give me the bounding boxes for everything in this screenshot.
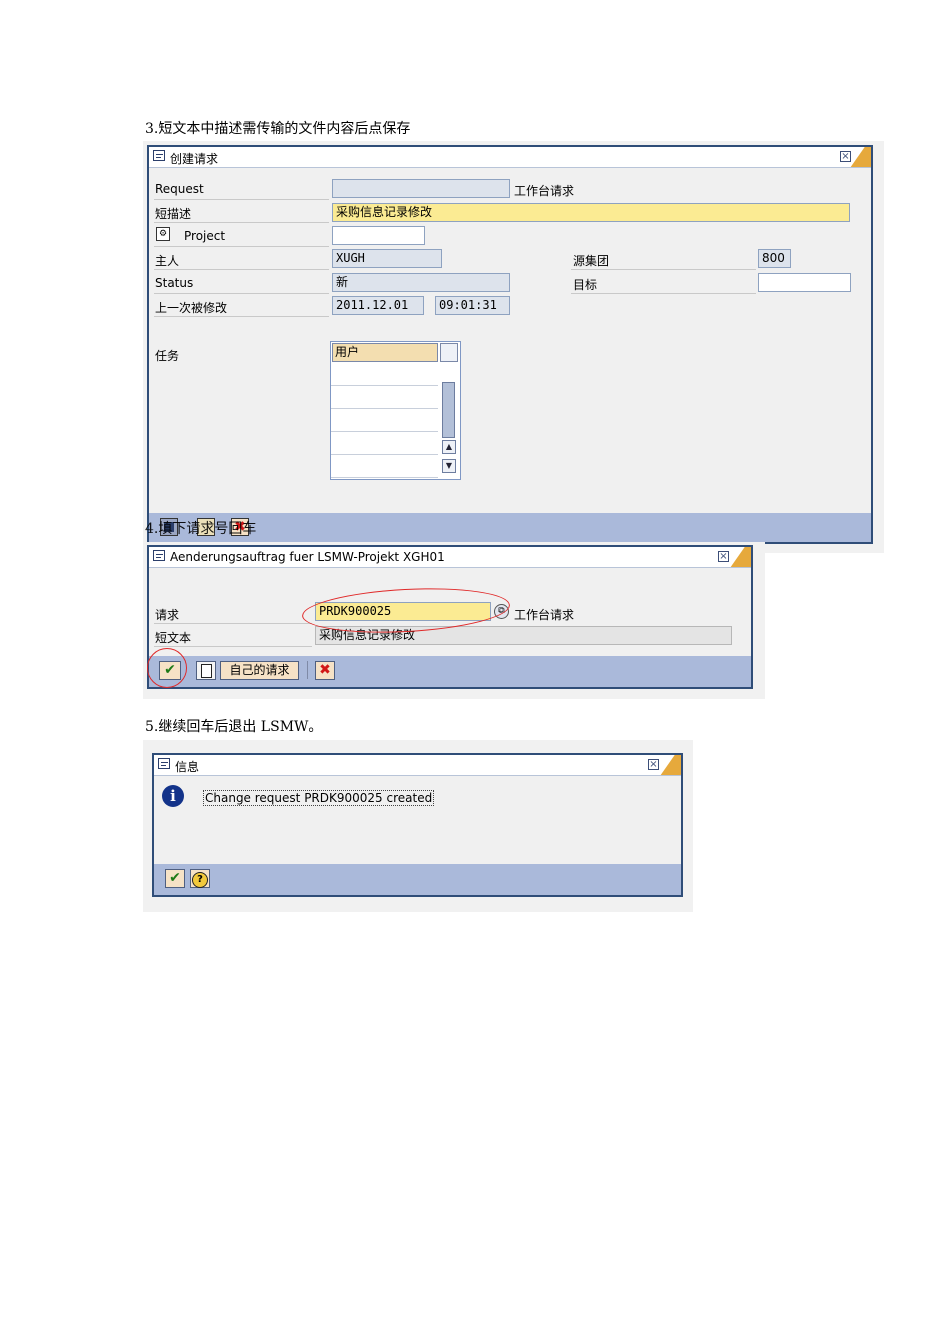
scroll-thumb[interactable] [442,382,455,438]
help-button[interactable]: ? [190,869,210,888]
dialog-footer: ✔ 自己的请求 ✖ [149,656,751,687]
info-icon: i [162,785,184,807]
table-row[interactable] [331,454,438,455]
project-label: Project [184,229,226,243]
last-changed-time-field: 09:01:31 [435,296,510,315]
dialog-title: 创建请求 [170,152,219,166]
dialog-footer: ✔ ? [154,864,681,895]
close-icon[interactable]: × [840,151,851,162]
close-icon[interactable]: × [718,551,729,562]
last-changed-label: 上一次被修改 [155,301,228,315]
row-divider [154,316,329,317]
row-divider [154,199,329,200]
scroll-up-icon[interactable]: ▲ [442,440,456,454]
dialog-footer [149,513,871,542]
source-client-label: 源集团 [573,254,610,268]
toolbar-separator [307,661,308,679]
row-divider [571,269,756,270]
request-label: 请求 [155,608,180,622]
cancel-button[interactable]: ✖ [315,661,335,680]
target-input[interactable] [758,273,851,292]
owner-field: XUGH [332,249,442,268]
continue-button-highlight [147,648,187,688]
window-icon [158,758,170,769]
create-request-dialog: 创建请求 × Request 工作台请求 短描述 采购信息记录修改 ⚙ Proj… [147,145,873,544]
info-message: Change request PRDK900025 created [203,790,435,806]
close-icon[interactable]: × [648,759,659,770]
step3-heading: 3.短文本中描述需传输的文件内容后点保存 [145,121,411,137]
source-client-field: 800 [758,249,791,268]
continue-button[interactable]: ✔ [165,869,185,888]
new-document-icon [200,664,212,678]
info-dialog: 信息 × i Change request PRDK900025 created… [152,753,683,897]
dialog-titlebar: 创建请求 × [149,147,871,168]
dialog-titlebar: 信息 × [154,755,681,776]
tasks-label: 任务 [155,349,180,363]
vertical-scrollbar[interactable]: ▲ ▼ [441,364,457,476]
row-divider [571,293,756,294]
short-desc-label: 短描述 [155,207,192,221]
row-divider [154,646,312,647]
step4-heading: 4.填下请求号回车 [145,521,257,537]
status-label: Status [155,276,194,290]
new-request-button[interactable] [196,661,216,680]
target-label: 目标 [573,278,598,292]
request-number-field [332,179,510,198]
status-field: 新 [332,273,510,292]
table-row[interactable] [331,431,438,432]
request-label: Request [155,182,204,196]
tasks-table: 用户 ▲ ▼ [330,341,461,480]
table-row[interactable] [331,385,438,386]
scroll-down-icon[interactable]: ▼ [442,459,456,473]
window-icon [153,550,165,561]
dialog-title: 信息 [175,760,200,774]
row-divider [154,623,312,624]
owner-label: 主人 [155,254,180,268]
workbench-request-label: 工作台请求 [514,608,575,622]
title-accent-stripe [656,755,681,775]
window-icon [153,150,165,161]
row-divider [154,293,329,294]
last-changed-date-field: 2011.12.01 [332,296,424,315]
table-row[interactable] [331,408,438,409]
project-icon: ⚙ [156,227,170,241]
own-requests-button[interactable]: 自己的请求 [220,661,299,680]
project-input[interactable] [332,226,425,245]
dialog-title: Aenderungsauftrag fuer LSMW-Projekt XGH0… [170,550,445,564]
row-divider [154,222,329,223]
table-corner-cell [440,343,458,362]
title-accent-stripe [726,547,751,567]
help-icon: ? [192,872,208,888]
table-row[interactable] [331,477,438,478]
short-description-input[interactable]: 采购信息记录修改 [332,203,850,222]
user-column-header[interactable]: 用户 [332,343,438,362]
dialog-titlebar: Aenderungsauftrag fuer LSMW-Projekt XGH0… [149,547,751,568]
step5-heading: 5.继续回车后退出 LSMW。 [145,719,323,735]
short-text-label: 短文本 [155,631,192,645]
row-divider [154,246,329,247]
workbench-request-label: 工作台请求 [514,184,575,198]
row-divider [154,269,329,270]
